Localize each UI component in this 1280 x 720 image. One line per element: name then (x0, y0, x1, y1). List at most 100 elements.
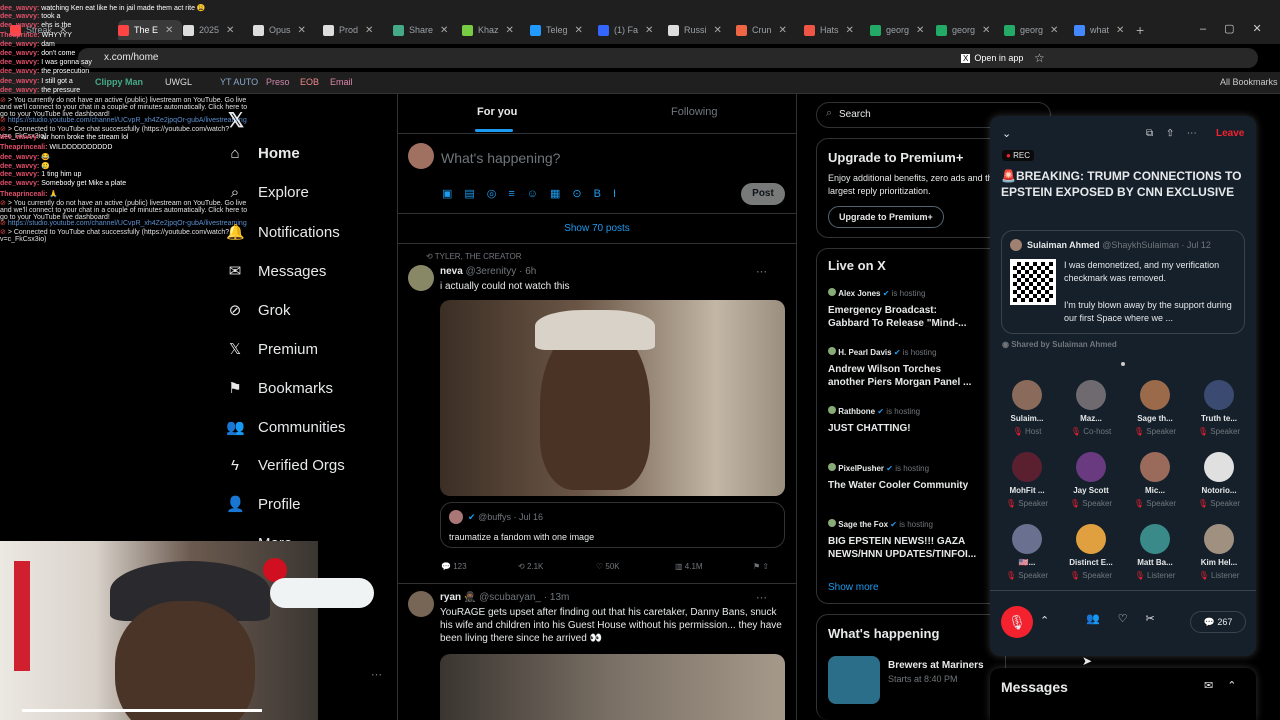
browser-tab[interactable]: Crun ✕ (736, 20, 800, 40)
close-icon[interactable]: ✕ (779, 25, 787, 36)
space-participant[interactable]: Maz... 🎙 Co-host (1061, 380, 1121, 436)
avatar[interactable] (408, 143, 434, 169)
live-item[interactable]: PixelPusher ✔ is hosting The Water Cooler… (828, 463, 978, 492)
close-icon[interactable]: ✕ (365, 25, 373, 36)
space-participant[interactable]: Distinct E... 🎙 Speaker (1061, 524, 1121, 580)
browser-tab[interactable]: georg ✕ (870, 20, 934, 40)
browser-tab[interactable]: (1) Fa ✕ (598, 20, 662, 40)
close-icon[interactable]: ✕ (846, 25, 854, 36)
post-compose-button[interactable] (270, 578, 374, 608)
post-button[interactable]: Post (741, 183, 785, 205)
space-participant[interactable]: Notorio... 🎙 Speaker (1189, 452, 1249, 508)
space-controls-icon[interactable]: 👥♡✂ (1086, 612, 1173, 625)
chevron-up-icon[interactable]: ⌃ (1040, 614, 1049, 627)
messages-actions-icon[interactable]: ✉⌃ (1204, 679, 1250, 692)
x-logo-icon[interactable]: 𝕏 (228, 108, 244, 133)
author-name[interactable]: ryan 🥷🏾 (440, 592, 476, 603)
all-bookmarks[interactable]: All Bookmarks (1220, 77, 1278, 87)
space-participant[interactable]: Jay Scott 🎙 Speaker (1061, 452, 1121, 508)
star-icon[interactable]: ☆ (1034, 51, 1045, 65)
post-image[interactable] (440, 654, 785, 720)
nav-item-profile[interactable]: 👤 Profile (226, 495, 301, 514)
space-participant[interactable]: Kim Hel... 🎙 Listener (1189, 524, 1249, 580)
live-item[interactable]: H. Pearl Davis ✔ is hosting Andrew Wilson… (828, 347, 978, 389)
close-icon[interactable]: ✕ (982, 25, 990, 36)
live-item[interactable]: Rathbone ✔ is hosting JUST CHATTING! (828, 406, 978, 435)
close-icon[interactable]: ✕ (1050, 25, 1058, 36)
leave-button[interactable]: Leave (1216, 128, 1244, 139)
mic-muted-icon[interactable]: 🎙 (1001, 606, 1033, 638)
browser-tab[interactable]: Russi ✕ (668, 20, 732, 40)
close-icon[interactable]: ✕ (1116, 25, 1124, 36)
address-bar[interactable] (78, 48, 1258, 68)
browser-tab[interactable]: Share ✕ (393, 20, 457, 40)
avatar[interactable] (408, 591, 434, 617)
close-icon[interactable]: ✕ (575, 25, 583, 36)
browser-tab[interactable]: georg ✕ (1004, 20, 1068, 40)
upgrade-button[interactable]: Upgrade to Premium+ (828, 206, 944, 228)
show-more-link[interactable]: Show more (828, 582, 879, 593)
repost-button[interactable]: ⟲ 2.1K (518, 562, 543, 571)
browser-tab[interactable]: Khaz ✕ (462, 20, 526, 40)
tab-for-you[interactable]: For you (477, 106, 517, 118)
space-participant[interactable]: Truth te... 🎙 Speaker (1189, 380, 1249, 436)
post-author[interactable]: ryan 🥷🏾 @scubaryan_ · 13m (440, 592, 569, 603)
event-image[interactable] (828, 656, 880, 704)
new-tab-icon[interactable]: + (1136, 22, 1144, 38)
nav-item-bookmarks[interactable]: ⚑ Bookmarks (226, 379, 333, 398)
space-actions-icon[interactable]: ⧉⇧⋯ (1146, 128, 1211, 139)
event-title[interactable]: Brewers at Mariners (888, 660, 984, 671)
avatar[interactable] (408, 265, 434, 291)
nav-item-notifications[interactable]: 🔔 Notifications (226, 223, 340, 242)
close-icon[interactable]: ✕ (440, 25, 448, 36)
close-icon[interactable]: ✕ (645, 25, 653, 36)
browser-tab[interactable]: Hats ✕ (804, 20, 868, 40)
author-name[interactable]: neva (440, 266, 463, 277)
chevron-down-icon[interactable]: ⌄ (1002, 127, 1011, 140)
live-item[interactable]: Sage the Fox ✔ is hosting BIG EPSTEIN NEW… (828, 519, 978, 561)
reply-button[interactable]: 💬 123 (441, 562, 467, 571)
window-controls-icon[interactable]: –▢✕ (1200, 22, 1280, 35)
nav-item-premium[interactable]: 𝕏 Premium (226, 340, 318, 359)
bookmark-eob[interactable]: EOB (300, 77, 319, 87)
more-icon[interactable]: ⋯ (756, 265, 767, 278)
browser-tab[interactable]: Opus ✕ (253, 20, 317, 40)
post-author[interactable]: neva @3erenityy · 6h (440, 266, 536, 277)
close-icon[interactable]: ✕ (506, 25, 514, 36)
nav-item-verified-orgs[interactable]: ϟ Verified Orgs (226, 457, 345, 474)
bookmark-icon[interactable]: ⚑ ⇧ (753, 562, 769, 571)
compose-input[interactable]: What's happening? (441, 150, 560, 166)
space-participant[interactable]: Matt Ba... 🎙 Listener (1125, 524, 1185, 580)
close-icon[interactable]: ✕ (916, 25, 924, 36)
space-participant[interactable]: 🇺🇸... 🎙 Speaker (997, 524, 1057, 580)
nav-item-messages[interactable]: ✉ Messages (226, 262, 327, 281)
tab-label: georg (886, 25, 910, 35)
tab-following[interactable]: Following (671, 106, 717, 118)
show-posts-link[interactable]: Show 70 posts (397, 223, 797, 234)
close-icon[interactable]: ✕ (298, 25, 306, 36)
space-participant[interactable]: Sage th... 🎙 Speaker (1125, 380, 1185, 436)
space-participant[interactable]: MohFit ... 🎙 Speaker (997, 452, 1057, 508)
live-item[interactable]: Alex Jones ✔ is hosting Emergency Broadca… (828, 288, 978, 330)
space-participant[interactable]: Mic... 🎙 Speaker (1125, 452, 1185, 508)
browser-tab[interactable]: Prod ✕ (323, 20, 387, 40)
browser-tab[interactable]: what ✕ (1074, 20, 1138, 40)
more-icon[interactable]: ⋯ (371, 668, 382, 681)
browser-tab[interactable]: Teleg ✕ (530, 20, 594, 40)
nav-item-home[interactable]: ⌂ Home (226, 145, 299, 162)
open-in-app-button[interactable]: X Open in app (955, 50, 1029, 66)
more-icon[interactable]: ⋯ (756, 591, 767, 604)
nav-item-communities[interactable]: 👥 Communities (226, 418, 346, 437)
browser-tab[interactable]: georg ✕ (936, 20, 1000, 40)
comments-button[interactable]: 💬 267 (1190, 611, 1246, 633)
space-participant[interactable]: Sulaim... 🎙 Host (997, 380, 1057, 436)
nav-item-grok[interactable]: ⊘ Grok (226, 301, 291, 320)
views-button[interactable]: ▥ 4.1M (675, 562, 703, 571)
post-image[interactable] (440, 300, 785, 496)
close-icon[interactable]: ✕ (714, 25, 722, 36)
compose-tools-icon[interactable]: ▣▤◎≡☺▦⊙BI (442, 187, 628, 200)
bookmark-preso[interactable]: Preso (266, 77, 290, 87)
bookmark-email[interactable]: Email (330, 77, 353, 87)
like-button[interactable]: ♡ 50K (596, 562, 620, 571)
nav-item-explore[interactable]: ⌕ Explore (226, 184, 309, 201)
